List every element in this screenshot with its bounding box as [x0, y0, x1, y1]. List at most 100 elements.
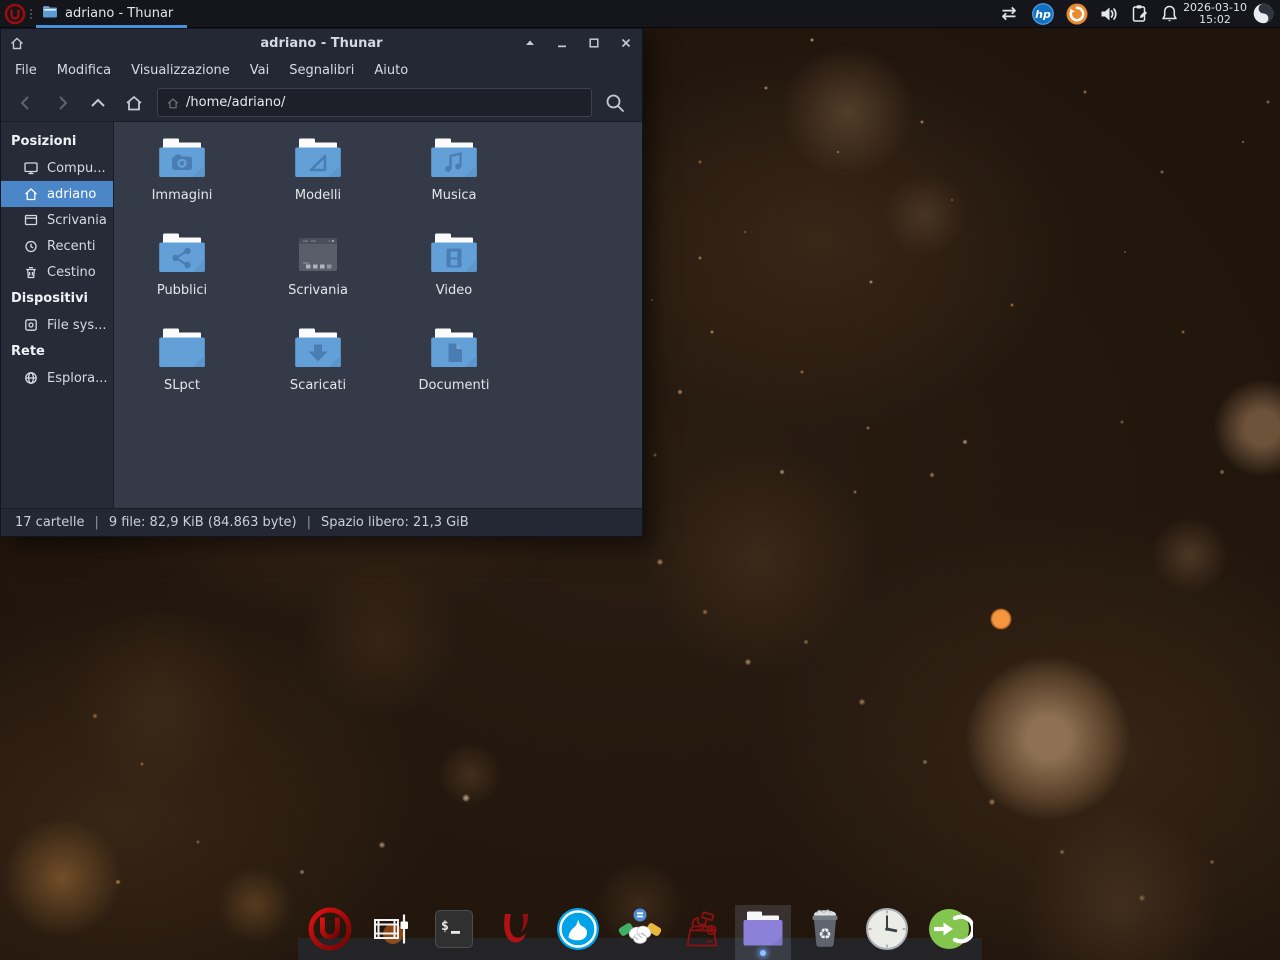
- sidebar-item-esplora[interactable]: Esplora...: [1, 365, 113, 391]
- statusbar-segment: 17 cartelle: [15, 515, 84, 530]
- statusbar-separator: |: [307, 515, 311, 530]
- close-button[interactable]: [618, 35, 634, 51]
- files-view[interactable]: Immagini Modelli Musica Pubblici: [114, 122, 642, 508]
- shade-button[interactable]: [522, 35, 538, 51]
- file-slpct[interactable]: SLpct: [114, 326, 250, 412]
- recent-clock-icon: [23, 238, 39, 254]
- menu-aiuto[interactable]: Aiuto: [364, 59, 418, 82]
- menu-file[interactable]: File: [5, 59, 47, 82]
- thunar-folder-icon: [42, 4, 58, 20]
- sidebar-item-scrivania[interactable]: Scrivania: [1, 207, 113, 233]
- statusbar-segment: 9 file: 82,9 KiB (84.863 byte): [109, 515, 297, 530]
- window-titlebar[interactable]: adriano - Thunar: [1, 29, 642, 57]
- folder-film-icon: [430, 231, 478, 279]
- file-documenti[interactable]: Documenti: [386, 326, 522, 412]
- dock-session-logout[interactable]: [925, 905, 973, 953]
- uz-logo-icon: [4, 3, 26, 25]
- path-entry[interactable]: /home/adriano/: [157, 88, 592, 117]
- handshake-icon: [616, 938, 664, 957]
- sidebar: Posizioni Compu... adriano Scrivania Rec…: [1, 122, 114, 508]
- svg-text:hp: hp: [1035, 8, 1051, 21]
- folder-document-icon: [430, 326, 478, 374]
- menu-modifica[interactable]: Modifica: [47, 59, 121, 82]
- clock-icon: [863, 938, 911, 957]
- dock-collaboration-app[interactable]: [616, 905, 664, 953]
- minimize-button[interactable]: [554, 35, 570, 51]
- trash-icon: ♻: [801, 938, 849, 957]
- dock-trash[interactable]: ♻: [801, 905, 849, 953]
- sidebar-header-rete: Rete: [1, 338, 113, 365]
- panel-clock[interactable]: 2026-03-10 15:02: [1183, 2, 1247, 26]
- sidebar-item-cestino[interactable]: Cestino: [1, 259, 113, 285]
- menubar: FileModificaVisualizzazioneVaiSegnalibri…: [1, 57, 642, 84]
- folder-music-icon: [430, 136, 478, 184]
- file-modelli[interactable]: Modelli: [250, 136, 386, 222]
- panel-grip-handle[interactable]: [30, 9, 32, 19]
- maximize-button[interactable]: [586, 35, 602, 51]
- filesystem-icon: [23, 317, 39, 333]
- librewolf-icon: [554, 938, 602, 957]
- file-immagini[interactable]: Immagini: [114, 136, 250, 222]
- dock-terminal[interactable]: $: [430, 905, 478, 953]
- dock-librewolf-browser[interactable]: [554, 905, 602, 953]
- terminal-icon: $: [430, 938, 478, 957]
- hp-icon[interactable]: hp: [1031, 2, 1055, 26]
- file-scrivania[interactable]: Scrivania: [250, 231, 386, 317]
- search-button[interactable]: [596, 88, 634, 118]
- dock-clock[interactable]: [863, 905, 911, 953]
- dock-toolbox-app[interactable]: [678, 905, 726, 953]
- dock-red-u-app[interactable]: [492, 905, 540, 953]
- desktop-window-icon: [294, 231, 342, 279]
- path-home-icon: [166, 96, 180, 110]
- forward-button[interactable]: [45, 89, 79, 117]
- folder-plain-icon: [158, 326, 206, 374]
- sidebar-item-recenti[interactable]: Recenti: [1, 233, 113, 259]
- system-tray: hp: [998, 2, 1179, 26]
- menu-segnalibri[interactable]: Segnalibri: [279, 59, 364, 82]
- swap-arrows-icon[interactable]: [998, 4, 1020, 23]
- sidebar-item-adriano[interactable]: adriano: [1, 181, 113, 207]
- sidebar-item-file-sys[interactable]: File sys...: [1, 312, 113, 338]
- clock-time: 15:02: [1183, 14, 1247, 26]
- distro-menu-button[interactable]: [3, 2, 27, 26]
- titlebar-home-icon: [9, 35, 25, 51]
- folder-ruler-icon: [294, 136, 342, 184]
- panel-settings-icon: [368, 938, 416, 957]
- uz-logo-icon: [306, 938, 354, 957]
- sidebar-header-dispositivi: Dispositivi: [1, 285, 113, 312]
- updates-icon[interactable]: [1066, 3, 1088, 25]
- folder-camera-icon: [158, 136, 206, 184]
- statusbar-segment: Spazio libero: 21,3 GiB: [321, 515, 469, 530]
- sidebar-item-compu[interactable]: Compu...: [1, 155, 113, 181]
- clipboard-icon[interactable]: [1130, 4, 1149, 23]
- file-musica[interactable]: Musica: [386, 136, 522, 222]
- purple-folder-icon: [739, 938, 787, 957]
- dock-uz-app-menu[interactable]: [306, 905, 354, 953]
- up-button[interactable]: [81, 89, 115, 117]
- svg-text:$: $: [441, 919, 449, 934]
- taskbar-window-button[interactable]: adriano - Thunar: [36, 0, 187, 28]
- taskbar-window-title: adriano - Thunar: [65, 4, 173, 21]
- svg-text:♻: ♻: [818, 925, 831, 943]
- bell-icon[interactable]: [1160, 4, 1179, 23]
- yin-yang-icon[interactable]: [1253, 3, 1274, 24]
- statusbar-separator: |: [94, 515, 98, 530]
- dock-panel-settings[interactable]: [368, 905, 416, 953]
- menu-visualizzazione[interactable]: Visualizzazione: [121, 59, 240, 82]
- dock-file-manager[interactable]: [739, 905, 787, 953]
- back-button[interactable]: [9, 89, 43, 117]
- desktop-icon: [23, 212, 39, 228]
- path-value: /home/adriano/: [186, 95, 285, 110]
- home-icon: [23, 186, 39, 202]
- top-panel: adriano - Thunar hp 2026-03-10 15:02: [0, 0, 1280, 28]
- home-button[interactable]: [117, 89, 151, 117]
- file-video[interactable]: Video: [386, 231, 522, 317]
- volume-icon[interactable]: [1099, 4, 1119, 24]
- file-pubblici[interactable]: Pubblici: [114, 231, 250, 317]
- toolbox-icon: [678, 938, 726, 957]
- file-scaricati[interactable]: Scaricati: [250, 326, 386, 412]
- menu-vai[interactable]: Vai: [240, 59, 279, 82]
- thunar-window: adriano - Thunar FileModificaVisualizzaz…: [0, 28, 643, 537]
- folder-download-icon: [294, 326, 342, 374]
- network-globe-icon: [23, 370, 39, 386]
